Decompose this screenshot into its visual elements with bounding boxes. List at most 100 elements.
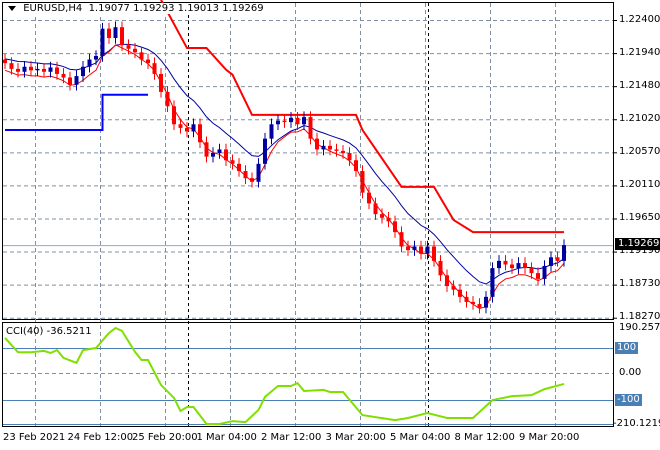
candle-body (152, 63, 157, 74)
candle-body (178, 124, 183, 128)
candle-body (191, 124, 196, 132)
candle-body (120, 27, 124, 46)
high-value: 1.19293 (133, 3, 175, 14)
ma-slow-line (4, 43, 565, 285)
candle-body (42, 68, 46, 72)
close-value: 1.19269 (222, 3, 264, 14)
candle-body (412, 246, 417, 251)
main-panel-frame (2, 2, 614, 320)
candle-body (295, 117, 300, 125)
candle-body (516, 263, 521, 269)
candle-body (341, 150, 345, 154)
cci-max-label: 190.2579 (619, 322, 660, 333)
candle-body (217, 149, 222, 154)
price-axis-label: 1.18730 (619, 278, 660, 289)
candle-body (282, 120, 287, 123)
candle-body (16, 68, 20, 72)
ma-fast-line (4, 44, 565, 310)
candle-body (334, 149, 339, 151)
candle-body (3, 59, 7, 64)
candle-body (406, 246, 410, 251)
candle-body (386, 217, 391, 222)
current-price-tag: 1.19269 (615, 238, 660, 250)
candle-body (81, 66, 85, 77)
cci-level-minus100: -100 (615, 394, 642, 406)
chart-canvas[interactable] (0, 0, 660, 450)
candle-body (269, 124, 274, 139)
cci-level-0: 0.00 (619, 367, 642, 378)
price-axis-label: 1.21940 (619, 47, 660, 58)
candle-body (230, 160, 235, 164)
candle-body (126, 45, 131, 49)
candle-body (419, 246, 423, 254)
candle-body (328, 145, 332, 150)
candle-body (165, 91, 170, 107)
candle-body (321, 145, 326, 150)
candle-body (74, 76, 79, 85)
candle-body (432, 246, 436, 261)
candle-body (263, 138, 267, 164)
time-axis-label: 3 Mar 20:00 (325, 432, 386, 443)
time-axis-label: 24 Feb 12:00 (67, 432, 134, 443)
candle-body (302, 117, 306, 125)
time-axis-label: 8 Mar 12:00 (454, 432, 515, 443)
candle-body (68, 77, 72, 85)
candle-body (458, 289, 462, 297)
candle-body (438, 260, 443, 276)
candle-body (542, 265, 547, 279)
dropdown-triangle-icon[interactable] (8, 5, 16, 11)
candle-body (451, 286, 456, 290)
candle-body (347, 153, 352, 161)
time-axis-label: 9 Mar 20:00 (519, 432, 580, 443)
candle-body (503, 260, 508, 265)
candle-body (315, 138, 319, 150)
candle-body (354, 160, 358, 172)
time-axis-label: 1 Mar 04:00 (196, 432, 257, 443)
chart-title: EURUSD,H4 1.19077 1.19293 1.19013 1.1926… (6, 3, 266, 14)
candle-body (139, 52, 144, 60)
candle-body (185, 127, 189, 132)
candle-body (211, 153, 215, 157)
candle-body (484, 296, 488, 308)
symbol-label: EURUSD,H4 (23, 3, 83, 14)
candle-body (562, 245, 566, 261)
candle-body (373, 203, 378, 215)
candle-body (55, 67, 59, 74)
candle-body (146, 59, 150, 64)
candle-body (399, 232, 404, 247)
candle-body (198, 124, 202, 143)
candle-body (549, 257, 553, 266)
candle-body (204, 142, 209, 157)
candle-body (172, 106, 176, 125)
candle-body (425, 246, 430, 254)
candle-body (393, 221, 397, 233)
candle-body (529, 268, 534, 274)
candle-body (445, 275, 449, 287)
candle-body (9, 63, 14, 69)
cci-title: CCI(40) -36.5211 (6, 326, 92, 337)
candle-body (464, 296, 469, 302)
candle-body (536, 273, 540, 279)
candle-body (224, 149, 228, 161)
cci-min-label: -210.1219 (613, 418, 660, 429)
cci-line (4, 326, 565, 425)
price-axis-label: 1.20570 (619, 146, 660, 157)
candle-body (35, 68, 40, 71)
candle-body (510, 264, 514, 269)
price-axis-label: 1.21020 (619, 113, 660, 124)
cci-level-100: 100 (615, 342, 639, 354)
candle-body (61, 73, 66, 78)
time-axis-label: 23 Feb 2021 (3, 432, 66, 443)
candle-body (87, 59, 92, 67)
candle-body (22, 66, 27, 72)
time-axis-label: 2 Mar 12:00 (261, 432, 322, 443)
candle-body (100, 28, 105, 56)
candle-body (490, 268, 495, 297)
candle-body (29, 66, 33, 71)
price-axis-label: 1.19650 (619, 212, 660, 223)
candle-body (159, 73, 163, 92)
candle-body (256, 163, 261, 182)
candle-body (237, 163, 241, 172)
candle-body (367, 192, 371, 204)
low-value: 1.19013 (177, 3, 220, 14)
